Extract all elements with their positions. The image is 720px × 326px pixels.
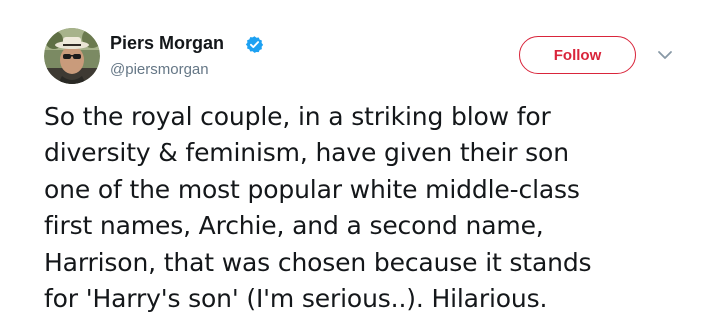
follow-button[interactable]: Follow [519, 36, 636, 74]
author-avatar[interactable] [44, 28, 100, 84]
tweet-text-line: diversity & feminism, have given their s… [44, 138, 569, 168]
tweet-text: So the royal couple, in a striking blow … [44, 99, 704, 317]
tweet-card: Piers Morgan @piersmorgan Follow So the … [0, 0, 720, 326]
author-handle[interactable]: @piersmorgan [110, 61, 209, 78]
tweet-text-line: Harrison, that was chosen because it sta… [44, 247, 592, 277]
verified-badge-icon [245, 36, 264, 53]
chevron-down-icon[interactable] [657, 49, 673, 61]
author-name[interactable]: Piers Morgan [110, 33, 224, 54]
profile-photo-icon [44, 28, 100, 84]
tweet-text-line: one of the most popular white middle-cla… [44, 174, 580, 204]
tweet-text-line: So the royal couple, in a striking blow … [44, 102, 551, 131]
tweet-text-line: for 'Harry's son' (I'm serious..). Hilar… [44, 284, 548, 314]
tweet-text-line: first names, Archie, and a second name, [44, 211, 544, 241]
